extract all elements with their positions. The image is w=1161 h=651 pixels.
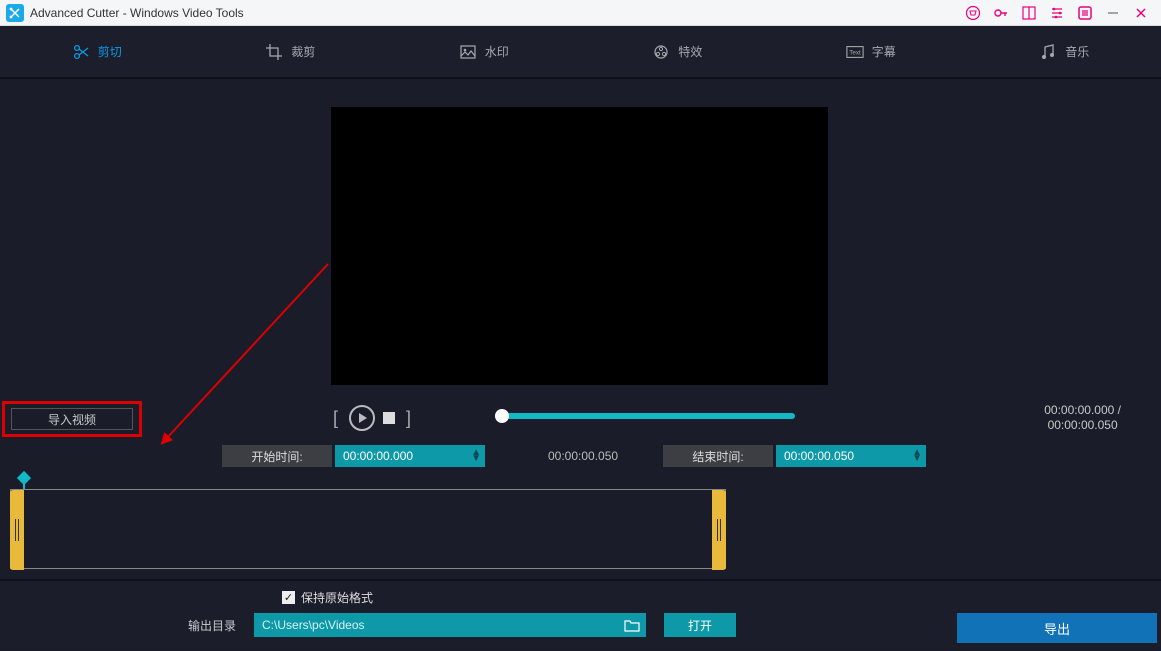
end-time-input[interactable]: 00:00:00.050 ▲▼ bbox=[776, 445, 926, 467]
tab-label: 字幕 bbox=[872, 43, 896, 60]
play-button[interactable] bbox=[349, 405, 375, 431]
mark-in-button[interactable]: [ bbox=[330, 408, 341, 429]
seek-slider[interactable] bbox=[495, 413, 795, 419]
image-icon bbox=[459, 43, 477, 61]
text-icon: Text bbox=[846, 43, 864, 61]
stop-button[interactable] bbox=[383, 412, 395, 424]
open-button[interactable]: 打开 bbox=[664, 613, 736, 637]
tab-label: 特效 bbox=[678, 43, 702, 60]
tab-label: 音乐 bbox=[1065, 43, 1089, 60]
key-icon[interactable] bbox=[987, 2, 1015, 24]
tab-watermark[interactable]: 水印 bbox=[387, 26, 581, 77]
close-button[interactable] bbox=[1127, 2, 1155, 24]
video-preview[interactable] bbox=[331, 107, 828, 385]
end-time-label: 结束时间: bbox=[663, 445, 773, 467]
duration-display: 00:00:00.050 bbox=[548, 449, 618, 463]
import-highlight: 导入视频 bbox=[2, 401, 142, 437]
music-icon bbox=[1039, 43, 1057, 61]
keep-format-checkbox[interactable]: ✓ bbox=[282, 591, 295, 604]
crop-icon bbox=[265, 43, 283, 61]
bottom-bar: ✓ 保持原始格式 输出目录 C:\Users\pc\Videos 打开 导出 bbox=[0, 579, 1161, 649]
tab-label: 水印 bbox=[485, 43, 509, 60]
clip-region[interactable] bbox=[10, 489, 726, 569]
spinner-icon[interactable]: ▲▼ bbox=[471, 450, 481, 462]
svg-text:Text: Text bbox=[849, 49, 861, 56]
app-icon bbox=[6, 4, 24, 22]
effect-icon bbox=[652, 43, 670, 61]
tab-subtitle[interactable]: Text 字幕 bbox=[774, 26, 968, 77]
timeline[interactable] bbox=[0, 479, 1161, 579]
tab-crop[interactable]: 裁剪 bbox=[194, 26, 388, 77]
tab-label: 裁剪 bbox=[291, 43, 315, 60]
scissors-icon bbox=[72, 43, 90, 61]
seek-thumb[interactable] bbox=[495, 409, 509, 423]
trim-handle-right[interactable] bbox=[712, 490, 726, 570]
sliders-icon[interactable] bbox=[1043, 2, 1071, 24]
start-time-label: 开始时间: bbox=[222, 445, 332, 467]
time-range-row: 开始时间: 00:00:00.000 ▲▼ 00:00:00.050 结束时间:… bbox=[0, 445, 1161, 473]
import-video-button[interactable]: 导入视频 bbox=[11, 408, 133, 430]
mark-out-button[interactable]: ] bbox=[403, 408, 414, 429]
menu-icon[interactable] bbox=[1071, 2, 1099, 24]
tab-cut[interactable]: 剪切 bbox=[0, 26, 194, 77]
start-time-input[interactable]: 00:00:00.000 ▲▼ bbox=[335, 445, 485, 467]
minimize-button[interactable] bbox=[1099, 2, 1127, 24]
output-dir-label: 输出目录 bbox=[188, 617, 236, 634]
titlebar: Advanced Cutter - Windows Video Tools bbox=[0, 0, 1161, 26]
export-button[interactable]: 导出 bbox=[957, 613, 1157, 643]
spinner-icon[interactable]: ▲▼ bbox=[912, 450, 922, 462]
window-title: Advanced Cutter - Windows Video Tools bbox=[30, 6, 244, 20]
tab-effect[interactable]: 特效 bbox=[581, 26, 775, 77]
controls-row: 导入视频 [ ] 00:00:00.000 / 00:00:00.050 bbox=[0, 399, 1161, 439]
preview-stage bbox=[0, 79, 1161, 399]
cart-icon[interactable] bbox=[959, 2, 987, 24]
folder-icon[interactable] bbox=[624, 618, 640, 632]
tabbar: 剪切 裁剪 水印 特效 Text 字幕 音乐 bbox=[0, 26, 1161, 79]
output-dir-field[interactable]: C:\Users\pc\Videos bbox=[254, 613, 646, 637]
time-display: 00:00:00.000 / 00:00:00.050 bbox=[1044, 403, 1121, 433]
playhead[interactable] bbox=[19, 473, 29, 483]
trim-handle-left[interactable] bbox=[10, 490, 24, 570]
tab-label: 剪切 bbox=[98, 43, 122, 60]
keep-format-label: 保持原始格式 bbox=[301, 589, 373, 606]
layout-icon[interactable] bbox=[1015, 2, 1043, 24]
tab-music[interactable]: 音乐 bbox=[968, 26, 1161, 77]
